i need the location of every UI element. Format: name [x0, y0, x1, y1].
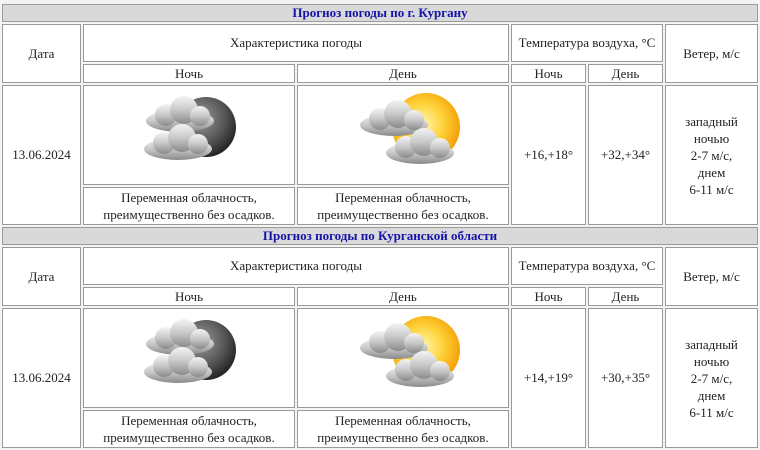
night-icon-cell — [83, 308, 295, 408]
night-description: Переменная облачность, преимущественно б… — [83, 187, 295, 225]
wind-line: 6-11 м/с — [689, 404, 734, 420]
night-subheader: Ночь — [83, 64, 295, 83]
cloudy-moon-icon — [144, 96, 236, 160]
characteristic-header: Характеристика погоды — [83, 24, 509, 62]
table-title: Прогноз погоды по Курганской области — [2, 227, 759, 245]
temp-day-value: +30,+35° — [588, 308, 663, 448]
wind-line: днем — [697, 387, 726, 403]
wind-header: Ветер, м/с — [665, 24, 759, 83]
temp-night-value: +16,+18° — [511, 85, 586, 225]
night-subheader: Ночь — [83, 287, 295, 306]
cloudy-sun-icon — [360, 93, 460, 164]
temp-night-subheader: Ночь — [511, 287, 586, 306]
wind-line: западный — [685, 113, 738, 129]
forecast-page: Прогноз погоды по г. Кургану Дата Характ… — [0, 2, 760, 450]
forecast-table-city: Прогноз погоды по г. Кургану Дата Характ… — [0, 2, 760, 450]
temperature-header: Температура воздуха, °С — [511, 247, 663, 285]
date-cell: 13.06.2024 — [2, 85, 81, 225]
day-icon-cell — [297, 85, 509, 185]
day-description: Переменная облачность, преимущественно б… — [297, 410, 509, 448]
characteristic-header: Характеристика погоды — [83, 247, 509, 285]
wind-line: 6-11 м/с — [689, 181, 734, 197]
temp-day-subheader: День — [588, 287, 663, 306]
wind-line: днем — [697, 164, 726, 180]
date-cell: 13.06.2024 — [2, 308, 81, 448]
wind-header: Ветер, м/с — [665, 247, 759, 306]
cloudy-moon-icon — [144, 319, 236, 383]
temp-day-value: +32,+34° — [588, 85, 663, 225]
day-description: Переменная облачность, преимущественно б… — [297, 187, 509, 225]
wind-value: западный ночью 2-7 м/с, днем 6-11 м/с — [665, 308, 759, 448]
day-subheader: День — [297, 64, 509, 83]
cloudy-sun-icon — [360, 316, 460, 387]
day-icon-cell — [297, 308, 509, 408]
date-header: Дата — [2, 24, 81, 83]
table-title: Прогноз погоды по г. Кургану — [2, 4, 759, 22]
wind-line: 2-7 м/с, — [690, 370, 733, 386]
temp-day-subheader: День — [588, 64, 663, 83]
wind-line: ночью — [693, 130, 730, 146]
wind-line: 2-7 м/с, — [690, 147, 733, 163]
day-subheader: День — [297, 287, 509, 306]
temp-night-value: +14,+19° — [511, 308, 586, 448]
night-icon-cell — [83, 85, 295, 185]
date-header: Дата — [2, 247, 81, 306]
night-description: Переменная облачность, преимущественно б… — [83, 410, 295, 448]
wind-value: западный ночью 2-7 м/с, днем 6-11 м/с — [665, 85, 759, 225]
temperature-header: Температура воздуха, °С — [511, 24, 663, 62]
wind-line: ночью — [693, 353, 730, 369]
temp-night-subheader: Ночь — [511, 64, 586, 83]
wind-line: западный — [685, 336, 738, 352]
